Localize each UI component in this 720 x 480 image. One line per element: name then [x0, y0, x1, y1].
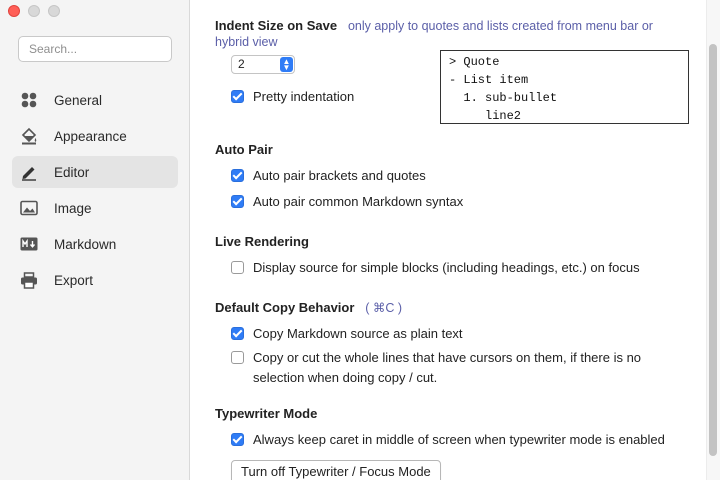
sidebar-nav: General Appearance Editor Image Markdown [12, 84, 178, 300]
preview-line: - List item [449, 73, 529, 87]
copy-behavior-title: Default Copy Behavior [215, 300, 355, 315]
indent-size-select[interactable]: 2 ▲ ▼ [231, 55, 295, 74]
auto-pair-brackets-label: Auto pair brackets and quotes [253, 168, 426, 183]
preferences-sidebar: General Appearance Editor Image Markdown [0, 0, 190, 480]
markdown-icon [20, 235, 38, 253]
indent-size-value: 2 [238, 57, 245, 71]
minimize-window-button[interactable] [28, 5, 40, 17]
sidebar-item-general[interactable]: General [12, 84, 178, 116]
select-stepper-icon: ▲ ▼ [280, 57, 293, 72]
typewriter-caret-checkbox[interactable] [231, 433, 244, 446]
paint-bucket-icon [20, 127, 38, 145]
close-window-button[interactable] [8, 5, 20, 17]
indent-section-heading: Indent Size on Save only apply to quotes… [215, 18, 685, 50]
copy-markdown-option[interactable]: Copy Markdown source as plain text [231, 324, 463, 344]
copy-behavior-heading: Default Copy Behavior ( ⌘C ) [215, 300, 402, 315]
pencil-icon [20, 163, 38, 181]
sidebar-item-label: Editor [54, 164, 90, 180]
display-source-option[interactable]: Display source for simple blocks (includ… [231, 258, 640, 278]
copy-markdown-label: Copy Markdown source as plain text [253, 326, 463, 341]
pretty-indentation-option[interactable]: Pretty indentation [231, 87, 354, 107]
copy-markdown-checkbox[interactable] [231, 327, 244, 340]
zoom-window-button[interactable] [48, 5, 60, 17]
turn-off-typewriter-button[interactable]: Turn off Typewriter / Focus Mode [231, 460, 441, 480]
indent-preview-box: > Quote - List item 1. sub-bullet line2 [440, 50, 689, 124]
sidebar-item-export[interactable]: Export [12, 264, 178, 296]
sidebar-item-label: General [54, 92, 103, 108]
auto-pair-markdown-option[interactable]: Auto pair common Markdown syntax [231, 192, 463, 212]
pretty-indentation-label: Pretty indentation [253, 89, 355, 104]
search-input[interactable] [18, 36, 172, 62]
preview-line: 1. sub-bullet [449, 91, 558, 105]
sidebar-item-label: Export [54, 272, 94, 288]
image-icon [20, 199, 38, 217]
sidebar-item-image[interactable]: Image [12, 192, 178, 224]
grid-icon [20, 91, 38, 109]
vertical-scrollbar[interactable] [706, 0, 720, 480]
typewriter-caret-label: Always keep caret in middle of screen wh… [253, 432, 665, 447]
sidebar-item-label: Image [54, 200, 92, 216]
typewriter-heading: Typewriter Mode [215, 406, 318, 421]
preview-line: line2 [449, 109, 522, 123]
auto-pair-markdown-label: Auto pair common Markdown syntax [253, 194, 464, 209]
live-rendering-heading: Live Rendering [215, 234, 309, 249]
indent-title: Indent Size on Save [215, 18, 338, 33]
printer-icon [20, 271, 38, 289]
copy-whole-lines-label: Copy or cut the whole lines that have cu… [253, 350, 642, 385]
auto-pair-brackets-checkbox[interactable] [231, 169, 244, 182]
display-source-checkbox[interactable] [231, 261, 244, 274]
copy-shortcut-hint: ( ⌘C ) [365, 301, 403, 315]
auto-pair-heading: Auto Pair [215, 142, 273, 157]
sidebar-item-label: Appearance [54, 128, 127, 144]
sidebar-item-markdown[interactable]: Markdown [12, 228, 178, 260]
typewriter-caret-option[interactable]: Always keep caret in middle of screen wh… [231, 430, 665, 450]
window-controls [8, 5, 60, 17]
auto-pair-brackets-option[interactable]: Auto pair brackets and quotes [231, 166, 426, 186]
copy-whole-lines-option[interactable]: Copy or cut the whole lines that have cu… [231, 348, 671, 388]
sidebar-item-label: Markdown [54, 236, 117, 252]
sidebar-item-appearance[interactable]: Appearance [12, 120, 178, 152]
copy-whole-lines-checkbox[interactable] [231, 351, 244, 364]
scrollbar-thumb[interactable] [709, 44, 717, 456]
editor-settings-panel: Indent Size on Save only apply to quotes… [191, 0, 720, 480]
auto-pair-markdown-checkbox[interactable] [231, 195, 244, 208]
pretty-indentation-checkbox[interactable] [231, 90, 244, 103]
sidebar-item-editor[interactable]: Editor [12, 156, 178, 188]
display-source-label: Display source for simple blocks (includ… [253, 260, 640, 275]
preview-line: > Quote [449, 55, 500, 69]
